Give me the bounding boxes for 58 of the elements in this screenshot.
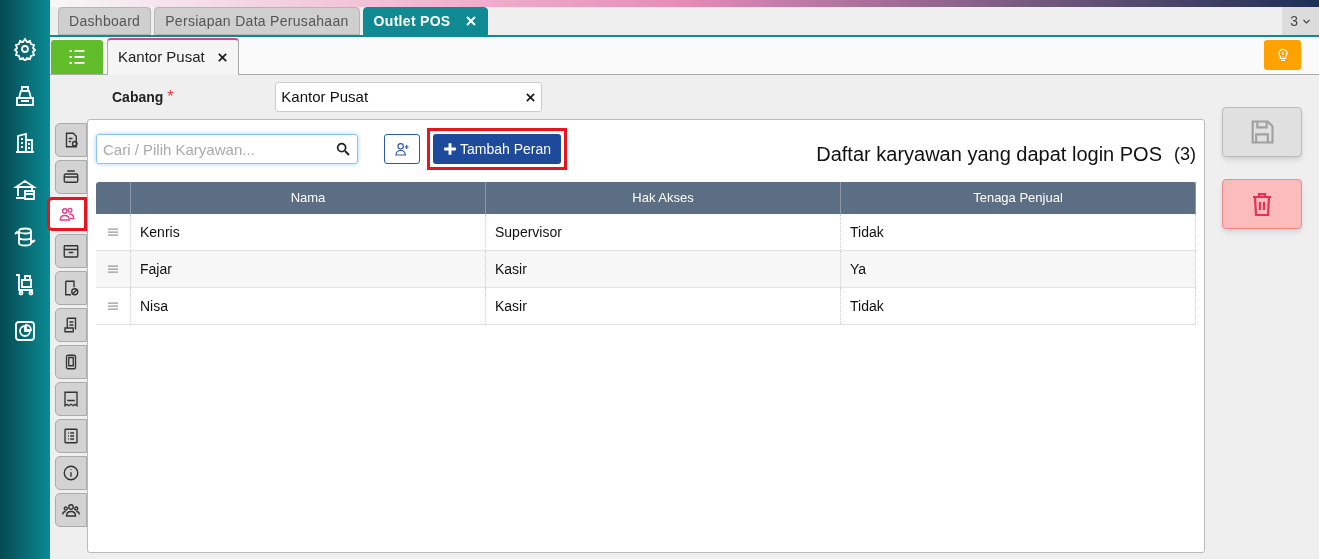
users-icon bbox=[58, 205, 76, 223]
side-tab[interactable] bbox=[55, 234, 87, 268]
table-cell: Supervisor bbox=[486, 214, 841, 250]
plus-icon bbox=[443, 142, 457, 156]
user-plus-icon bbox=[394, 141, 410, 157]
info-icon bbox=[62, 464, 80, 482]
table-cell: Kenris bbox=[131, 214, 486, 250]
list-icon bbox=[67, 47, 87, 67]
ticket-icon bbox=[62, 390, 80, 408]
building-icon bbox=[13, 131, 37, 155]
tab[interactable]: Kantor Pusat bbox=[107, 38, 239, 75]
cash-register-icon bbox=[13, 84, 37, 108]
search-icon bbox=[335, 141, 351, 157]
table-cell: Kasir bbox=[486, 288, 841, 324]
required-mark: * bbox=[166, 87, 175, 107]
side-tab[interactable] bbox=[55, 493, 87, 527]
add-user-button[interactable] bbox=[384, 134, 420, 164]
drag-handle-icon bbox=[107, 300, 119, 312]
table-cell: Tidak bbox=[841, 214, 1196, 250]
tab[interactable]: Dashboard bbox=[58, 7, 152, 35]
branch-select[interactable]: Kantor Pusat bbox=[275, 82, 543, 112]
bank-icon bbox=[13, 178, 37, 202]
side-tab[interactable] bbox=[55, 308, 87, 342]
clear-icon bbox=[525, 91, 537, 103]
table-cell: Tidak bbox=[841, 288, 1196, 324]
side-tab[interactable] bbox=[55, 345, 87, 379]
search-field[interactable]: Cari / Pilih Karyawan... bbox=[96, 134, 358, 164]
side-tab[interactable] bbox=[55, 160, 87, 194]
tab-count-dropdown[interactable]: 3 bbox=[1282, 7, 1319, 35]
side-tab[interactable] bbox=[55, 419, 87, 453]
branch-label: Cabang bbox=[111, 87, 164, 107]
list-title: Daftar karyawan yang dapat login POS bbox=[816, 142, 1162, 167]
table-cell: Fajar bbox=[131, 251, 486, 287]
document-cancel-icon bbox=[62, 279, 80, 297]
trash-icon bbox=[1250, 191, 1274, 217]
add-role-button[interactable]: Tambah Peran bbox=[433, 134, 562, 164]
list-count: (3) bbox=[1174, 142, 1196, 166]
drag-handle-icon bbox=[107, 226, 119, 238]
table-cell: Nisa bbox=[131, 288, 486, 324]
database-sync-icon bbox=[13, 225, 37, 249]
table-cell: Kasir bbox=[486, 251, 841, 287]
group-icon bbox=[62, 501, 80, 519]
table-cell: Ya bbox=[841, 251, 1196, 287]
side-tab[interactable] bbox=[55, 382, 87, 416]
gear-icon bbox=[13, 37, 37, 61]
box-icon bbox=[62, 242, 80, 260]
delete-button[interactable] bbox=[1222, 179, 1302, 229]
chart-pie-icon bbox=[13, 319, 37, 343]
tab[interactable]: Persiapan Data Perusahaan bbox=[154, 7, 360, 35]
side-tab[interactable] bbox=[55, 271, 87, 305]
list-icon bbox=[62, 427, 80, 445]
drag-handle-icon bbox=[107, 263, 119, 275]
side-tab[interactable] bbox=[55, 456, 87, 490]
close-icon bbox=[216, 52, 228, 63]
card-icon bbox=[62, 168, 80, 186]
side-tab[interactable] bbox=[47, 197, 87, 231]
side-tab[interactable] bbox=[55, 123, 87, 157]
tab[interactable]: Outlet POS bbox=[362, 7, 488, 35]
